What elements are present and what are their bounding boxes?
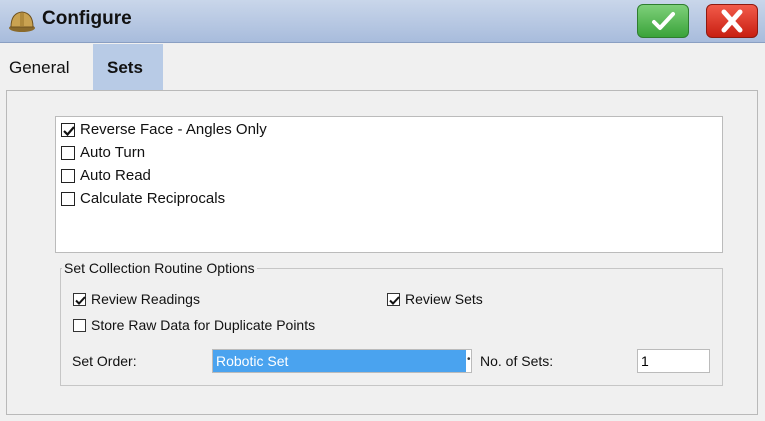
reverse-face-checkbox[interactable] xyxy=(61,123,75,137)
set-order-dropdown[interactable]: Robotic Set • xyxy=(212,349,472,373)
review-sets-label: Review Sets xyxy=(405,291,483,307)
window-title: Configure xyxy=(42,8,132,29)
auto-read-label: Auto Read xyxy=(80,167,151,184)
reverse-face-label: Reverse Face - Angles Only xyxy=(80,121,267,138)
tab-sets[interactable]: Sets xyxy=(93,44,163,90)
checkmark-icon xyxy=(75,296,86,305)
tab-general[interactable]: General xyxy=(0,44,92,90)
calculate-reciprocals-label: Calculate Reciprocals xyxy=(80,190,226,207)
review-readings-checkbox[interactable] xyxy=(73,293,86,306)
store-raw-data-label: Store Raw Data for Duplicate Points xyxy=(91,317,316,333)
checkmark-icon xyxy=(63,126,75,137)
review-sets-checkbox[interactable] xyxy=(387,293,400,306)
set-order-selected: Robotic Set xyxy=(213,350,466,372)
num-sets-input[interactable] xyxy=(637,349,710,373)
options-list[interactable]: Reverse Face - Angles Only Auto Turn Aut… xyxy=(55,116,723,253)
set-order-value: Robotic Set xyxy=(216,353,289,369)
title-bar: Configure xyxy=(0,0,765,43)
store-raw-data-checkbox[interactable] xyxy=(73,319,86,332)
tab-sets-label: Sets xyxy=(107,58,143,77)
review-readings-label: Review Readings xyxy=(91,291,200,307)
tab-general-label: General xyxy=(9,58,70,77)
set-order-label: Set Order: xyxy=(72,353,137,369)
checkmark-icon xyxy=(389,296,400,305)
auto-turn-checkbox[interactable] xyxy=(61,146,75,160)
checkmark-icon xyxy=(652,12,675,30)
auto-turn-label: Auto Turn xyxy=(80,144,146,161)
cancel-button[interactable] xyxy=(706,4,758,38)
num-sets-label: No. of Sets: xyxy=(480,353,554,369)
auto-read-checkbox[interactable] xyxy=(61,169,75,183)
calculate-reciprocals-checkbox[interactable] xyxy=(61,192,75,206)
ok-button[interactable] xyxy=(637,4,689,38)
routine-options-title: Set Collection Routine Options xyxy=(62,260,257,276)
hard-hat-icon xyxy=(9,11,35,32)
close-x-icon xyxy=(721,9,743,33)
chevron-down-icon[interactable]: • xyxy=(467,354,471,365)
